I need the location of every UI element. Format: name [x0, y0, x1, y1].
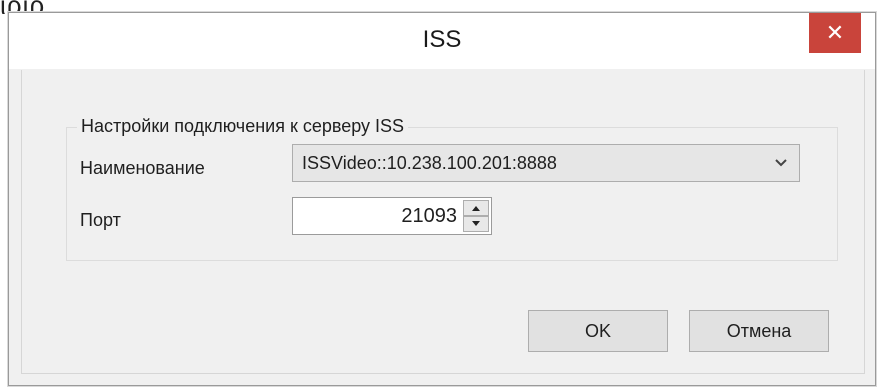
- title-bar[interactable]: ISS ✕: [9, 13, 875, 69]
- close-button[interactable]: ✕: [809, 13, 861, 53]
- server-name-value: ISSVideo::10.238.100.201:8888: [302, 153, 557, 173]
- iss-dialog-window: ISS ✕ Настройки подключения к серверу IS…: [8, 12, 876, 386]
- ok-button[interactable]: OK: [528, 310, 668, 352]
- group-legend: Настройки подключения к серверу ISS: [77, 116, 409, 137]
- server-name-dropdown[interactable]: ISSVideo::10.238.100.201:8888: [292, 144, 800, 182]
- spin-up-button[interactable]: [463, 200, 489, 216]
- arrow-down-icon: [472, 221, 480, 226]
- dialog-client-area: Настройки подключения к серверу ISS Наим…: [21, 70, 865, 374]
- port-spinbox[interactable]: 21093: [292, 197, 492, 235]
- arrow-up-icon: [472, 206, 480, 211]
- chevron-down-icon: [775, 159, 787, 167]
- spin-down-button[interactable]: [463, 216, 489, 232]
- cancel-button[interactable]: Отмена: [689, 310, 829, 352]
- port-value[interactable]: 21093: [401, 205, 457, 228]
- name-label: Наименование: [80, 158, 205, 178]
- port-label: Порт: [80, 210, 121, 230]
- window-title: ISS: [422, 26, 462, 53]
- spin-buttons: [463, 200, 489, 232]
- close-icon: ✕: [825, 20, 845, 45]
